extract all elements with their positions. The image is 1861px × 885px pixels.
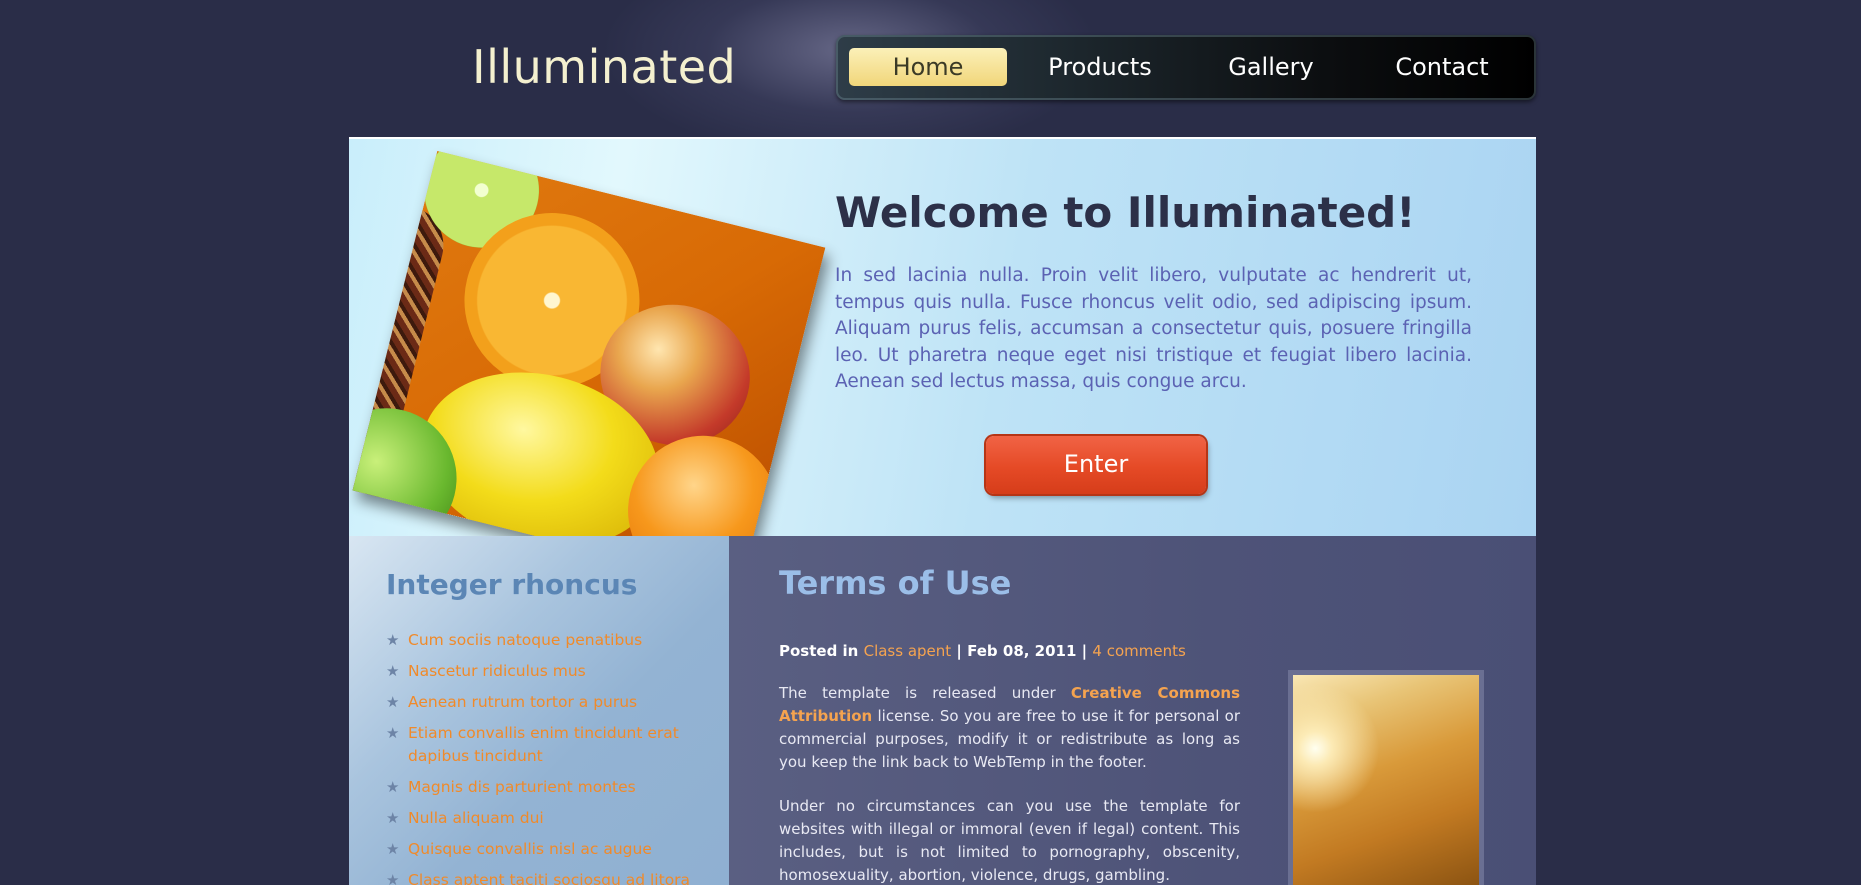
star-icon: ★ — [386, 871, 400, 885]
list-item[interactable]: ★ Nascetur ridiculus mus — [386, 660, 706, 683]
meta-separator: | — [1081, 642, 1088, 660]
list-item-link[interactable]: Nascetur ridiculus mus — [408, 662, 586, 680]
list-item-link[interactable]: Class aptent taciti sociosqu ad litora — [408, 871, 690, 885]
list-item-link[interactable]: Magnis dis parturient montes — [408, 778, 636, 796]
hero-title: Welcome to Illuminated! — [835, 188, 1416, 237]
post-date: Feb 08, 2011 — [967, 642, 1077, 660]
sidebar-list: ★ Cum sociis natoque penatibus ★ Nascetur … — [386, 629, 706, 885]
hero-text: In sed lacinia nulla. Proin velit libero… — [835, 265, 1472, 392]
list-item[interactable]: ★ Etiam convallis enim tincidunt erat dap… — [386, 722, 706, 768]
main-nav: Home Products Gallery Contact — [836, 35, 1536, 100]
comments-link[interactable]: 4 comments — [1092, 642, 1185, 660]
enter-button[interactable]: Enter — [986, 436, 1206, 494]
article-paragraph: The template is released under Creative … — [779, 682, 1240, 774]
nav-gallery[interactable]: Gallery — [1192, 48, 1350, 86]
article-title: Terms of Use — [779, 564, 1012, 602]
nav-products[interactable]: Products — [1021, 48, 1179, 86]
sidebar: Integer rhoncus ★ Cum sociis natoque pena… — [349, 536, 729, 885]
list-item-link[interactable]: Etiam convallis enim tincidunt erat dapi… — [408, 724, 679, 765]
meta-separator: | — [956, 642, 962, 660]
list-item[interactable]: ★ Class aptent taciti sociosqu ad litora — [386, 869, 706, 885]
sidebar-title: Integer rhoncus — [386, 568, 638, 601]
star-icon: ★ — [386, 631, 400, 649]
main-content: Terms of Use Posted in Class apent | Feb… — [729, 536, 1536, 885]
category-link[interactable]: Class apent — [864, 642, 952, 660]
hero-banner: Welcome to Illuminated! In sed lacinia n… — [349, 137, 1536, 536]
list-item[interactable]: ★ Magnis dis parturient montes — [386, 776, 706, 799]
list-item[interactable]: ★ Cum sociis natoque penatibus — [386, 629, 706, 652]
star-icon: ★ — [386, 778, 400, 796]
post-meta: Posted in Class apent | Feb 08, 2011 | 4… — [779, 642, 1186, 660]
nav-home[interactable]: Home — [849, 48, 1007, 86]
star-icon: ★ — [386, 662, 400, 680]
star-icon: ★ — [386, 724, 400, 742]
list-item-link[interactable]: Quisque convallis nisl ac augue — [408, 840, 652, 858]
list-item-link[interactable]: Nulla aliquam dui — [408, 809, 544, 827]
list-item-link[interactable]: Aenean rutrum tortor a purus — [408, 693, 637, 711]
para-text: The template is released under — [779, 684, 1056, 702]
star-icon: ★ — [386, 809, 400, 827]
star-icon: ★ — [386, 693, 400, 711]
desert-photo — [1288, 670, 1484, 885]
list-item-link[interactable]: Cum sociis natoque penatibus — [408, 631, 642, 649]
star-icon: ★ — [386, 840, 400, 858]
site-logo[interactable]: Illuminated — [472, 40, 736, 94]
list-item[interactable]: ★ Quisque convallis nisl ac augue — [386, 838, 706, 861]
list-item[interactable]: ★ Nulla aliquam dui — [386, 807, 706, 830]
article-paragraph: Under no circumstances can you use the t… — [779, 797, 1240, 884]
list-item[interactable]: ★ Aenean rutrum tortor a purus — [386, 691, 706, 714]
fruit-photo — [352, 150, 826, 536]
posted-in-label: Posted in — [779, 642, 859, 660]
nav-contact[interactable]: Contact — [1363, 48, 1521, 86]
